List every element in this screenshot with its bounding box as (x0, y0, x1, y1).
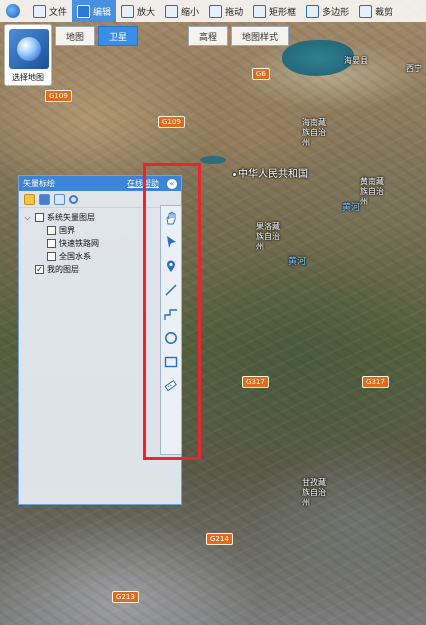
zoom-out-button[interactable]: 缩小 (160, 0, 204, 22)
clip-button[interactable]: 裁剪 (354, 0, 398, 22)
layer-checkbox[interactable] (35, 213, 44, 222)
open-folder-icon[interactable] (24, 193, 35, 205)
layer-checkbox[interactable] (47, 239, 56, 248)
road-badge: G214 (206, 533, 233, 545)
map-label-haiyan: 海晏县 (344, 56, 368, 65)
chevron-down-icon[interactable]: ⌵ (23, 213, 32, 223)
map-label-huangnan: 黄南藏族自治州 (360, 177, 384, 206)
map-label-yellow-river: 黄河 (288, 257, 307, 267)
map-label-hainan: 海南藏族自治州 (302, 118, 326, 147)
layer-checkbox[interactable] (47, 252, 56, 261)
zoom-out-icon (165, 4, 179, 18)
save-icon[interactable] (39, 193, 50, 205)
polygon-select-icon (306, 4, 320, 18)
map-label-country: 中华人民共和国 (238, 169, 308, 180)
edit-icon (77, 4, 91, 18)
layer-checkbox[interactable] (47, 226, 56, 235)
map-type-elevation-button[interactable]: 高程 (188, 26, 229, 46)
pan-label: 拖动 (225, 7, 244, 18)
highlight-box (143, 163, 201, 460)
map-label-yellow-river: 黄河 (342, 203, 361, 213)
road-badge: G317 (242, 376, 269, 388)
select-map-button[interactable]: 选择地图 (4, 24, 52, 86)
road-badge: G109 (158, 116, 185, 128)
road-badge: G6 (252, 68, 270, 80)
edit-label: 编辑 (93, 7, 112, 18)
tree-node-label: 快速铁路网 (59, 239, 99, 248)
file-button[interactable]: 文件 (28, 0, 72, 22)
clip-label: 裁剪 (375, 7, 394, 18)
pan-button[interactable]: 拖动 (204, 0, 248, 22)
tree-node-label: 国界 (59, 226, 75, 235)
rectangle-select-label: 矩形框 (269, 7, 297, 18)
layer-tree-icon[interactable] (54, 193, 65, 205)
app-logo-icon (6, 4, 20, 18)
tree-node-label: 系统矢量图层 (47, 213, 95, 222)
top-toolbar: 文件 编辑 放大 缩小 拖动 矩形框 多边形 裁剪 (0, 0, 426, 22)
map-type-map-button[interactable]: 地图 (55, 26, 96, 46)
map-type-satellite-button[interactable]: 卫星 (98, 26, 139, 46)
globe-icon (17, 37, 41, 61)
zoom-out-label: 缩小 (181, 7, 200, 18)
zoom-in-button[interactable]: 放大 (116, 0, 160, 22)
edit-button[interactable]: 编辑 (72, 0, 117, 22)
file-label: 文件 (49, 7, 68, 18)
map-thumbnail (9, 29, 49, 69)
clip-icon (359, 4, 373, 18)
tree-node-label: 全国水系 (59, 252, 91, 261)
zoom-in-icon (121, 4, 135, 18)
search-icon[interactable] (69, 194, 78, 204)
file-icon (33, 4, 46, 18)
pan-icon (209, 4, 223, 18)
road-badge: G109 (45, 90, 72, 102)
tree-node-label: 我的图层 (47, 265, 79, 274)
map-label-ganzi: 甘孜藏族自治州 (302, 478, 326, 507)
polygon-select-button[interactable]: 多边形 (301, 0, 354, 22)
rectangle-select-icon (253, 4, 267, 18)
small-lake (200, 156, 226, 164)
map-label-guoluo: 果洛藏族自治州 (256, 222, 280, 251)
map-type-switch: 地图 卫星 高程 地图样式 (55, 26, 290, 46)
city-marker (232, 172, 237, 177)
zoom-in-label: 放大 (137, 7, 156, 18)
map-label-xining: 西宁 (406, 64, 422, 73)
select-map-label: 选择地图 (12, 73, 44, 82)
rectangle-select-button[interactable]: 矩形框 (248, 0, 301, 22)
layer-checkbox-checked[interactable]: ✓ (35, 265, 44, 274)
road-badge: G317 (362, 376, 389, 388)
map-style-button[interactable]: 地图样式 (231, 26, 290, 46)
polygon-select-label: 多边形 (322, 7, 350, 18)
panel-title: 矢量标绘 (23, 179, 55, 188)
road-badge: G213 (112, 591, 139, 603)
